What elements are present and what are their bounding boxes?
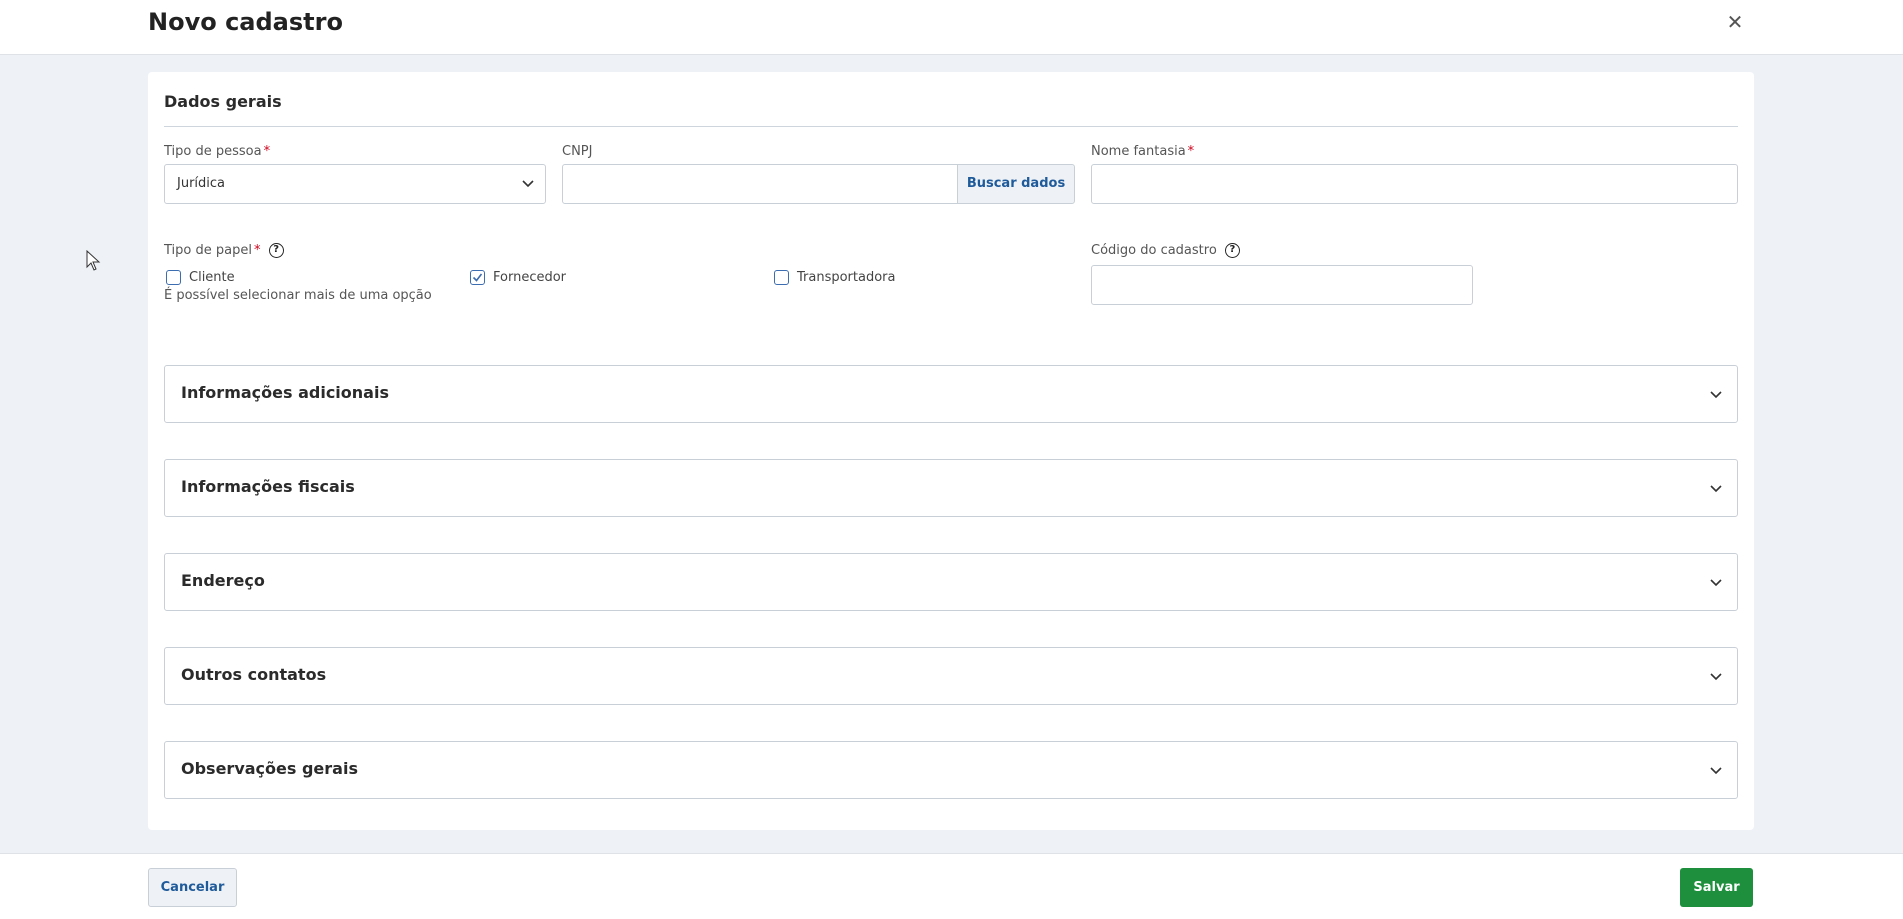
mouse-cursor-icon (86, 250, 101, 271)
nome-fantasia-input[interactable] (1091, 164, 1738, 204)
tipo-pessoa-label: Tipo de pessoa * (164, 144, 271, 159)
chevron-down-icon (522, 180, 534, 188)
divider (164, 126, 1738, 127)
accordion-informacoes-fiscais[interactable]: Informações fiscais (164, 459, 1738, 517)
accordion-endereco[interactable]: Endereço (164, 553, 1738, 611)
checkbox-box[interactable] (774, 269, 789, 285)
codigo-cadastro-label: Código do cadastro ? (1091, 243, 1240, 258)
cancel-button[interactable]: Cancelar (148, 868, 237, 907)
checkbox-fornecedor[interactable]: Fornecedor (470, 267, 566, 287)
checkbox-cliente[interactable]: Cliente (166, 267, 235, 287)
chevron-down-icon (1710, 579, 1722, 587)
section-title-dados-gerais: Dados gerais (164, 92, 282, 111)
check-icon (472, 273, 483, 282)
chevron-down-icon (1710, 673, 1722, 681)
accordion-informacoes-adicionais[interactable]: Informações adicionais (164, 365, 1738, 423)
tipo-papel-label: Tipo de papel * ? (164, 243, 284, 258)
cnpj-label: CNPJ (562, 144, 593, 159)
tipo-pessoa-value: Jurídica (177, 176, 226, 191)
save-button[interactable]: Salvar (1680, 868, 1753, 907)
accordion-observacoes-gerais[interactable]: Observações gerais (164, 741, 1738, 799)
tipo-papel-hint: É possível selecionar mais de uma opção (164, 288, 432, 303)
help-icon[interactable]: ? (268, 243, 284, 258)
chevron-down-icon (1710, 485, 1722, 493)
checkbox-box[interactable] (166, 269, 181, 285)
checkbox-transportadora[interactable]: Transportadora (774, 267, 895, 287)
chevron-down-icon (1710, 767, 1722, 775)
page-title: Novo cadastro (148, 8, 343, 36)
close-icon[interactable]: ✕ (1725, 10, 1745, 34)
help-icon[interactable]: ? (1224, 243, 1240, 258)
cnpj-input[interactable] (562, 164, 958, 204)
tipo-pessoa-select[interactable]: Jurídica (164, 164, 546, 204)
nome-fantasia-label: Nome fantasia * (1091, 144, 1195, 159)
chevron-down-icon (1710, 391, 1722, 399)
buscar-dados-button[interactable]: Buscar dados (957, 164, 1075, 204)
modal-header: Novo cadastro ✕ (0, 0, 1903, 55)
codigo-cadastro-input[interactable] (1091, 265, 1473, 305)
accordion-outros-contatos[interactable]: Outros contatos (164, 647, 1738, 705)
form-card: Dados gerais Tipo de pessoa * Jurídica CN… (148, 72, 1754, 830)
checkbox-box-checked[interactable] (470, 269, 485, 285)
modal-footer: Cancelar Salvar (0, 853, 1903, 919)
